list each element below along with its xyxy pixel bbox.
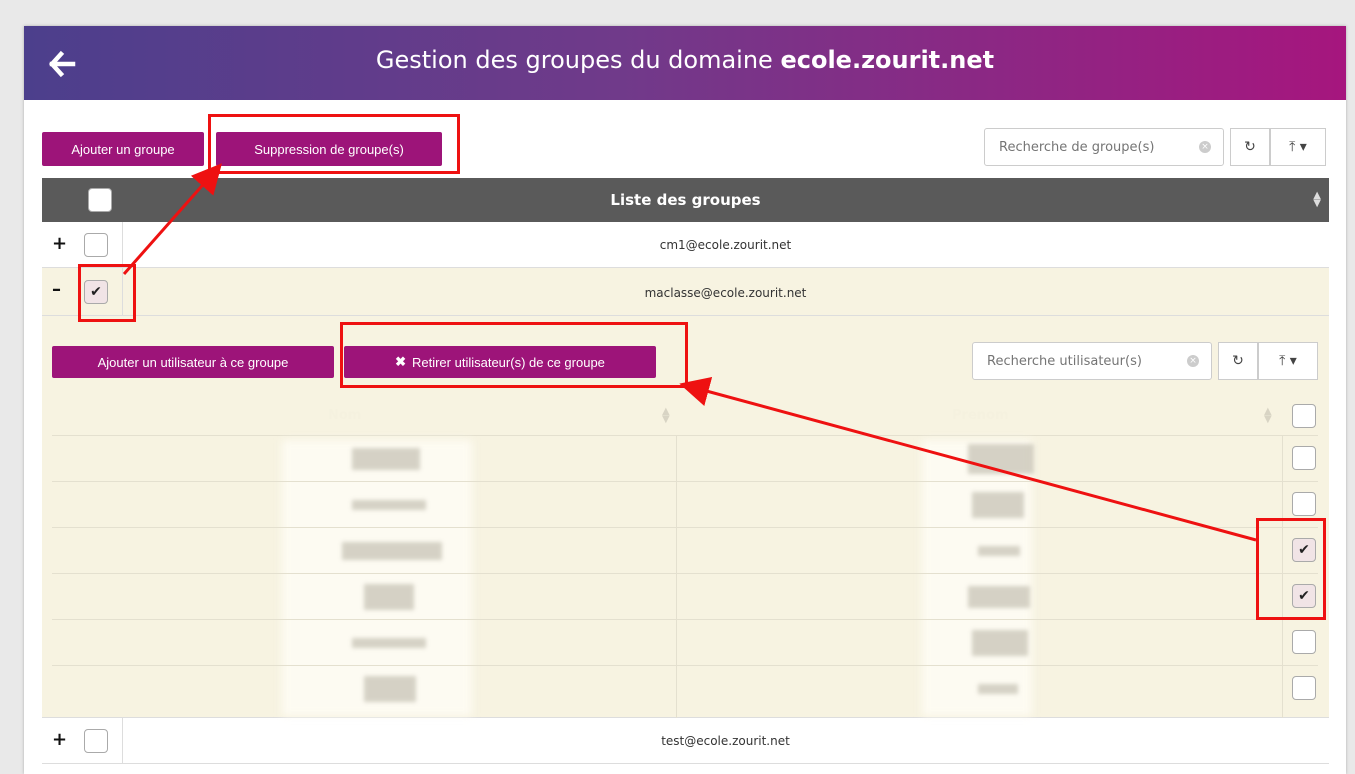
user-row [52, 620, 1318, 666]
user-row: ✔ [52, 574, 1318, 620]
refresh-icon[interactable]: ↻ [1230, 128, 1270, 166]
group-detail-panel: Ajouter un utilisateur à ce groupe ✖ Ret… [42, 316, 1329, 718]
user-first-name [972, 492, 1024, 518]
sort-icon[interactable]: ▲ ▼ [662, 407, 670, 425]
group-email: test@ecole.zourit.net [661, 734, 790, 748]
delete-groups-button[interactable]: Suppression de groupe(s) [216, 132, 442, 166]
refresh-icon[interactable]: ↻ [1218, 342, 1258, 380]
group-row-checkbox[interactable] [84, 729, 108, 753]
column-prenom[interactable]: Prenom [952, 408, 1009, 423]
clear-search-icon[interactable]: × [1199, 141, 1211, 153]
user-first-name [978, 684, 1018, 694]
user-row-checkbox[interactable] [1292, 446, 1316, 470]
user-row [52, 666, 1318, 712]
user-row-checkbox[interactable] [1292, 676, 1316, 700]
user-first-name [968, 586, 1030, 608]
export-icon[interactable]: ⤒ ▾ [1270, 128, 1326, 166]
column-nom[interactable]: Nom [328, 408, 361, 423]
group-email: cm1@ecole.zourit.net [659, 238, 792, 252]
user-row-checkbox[interactable] [1292, 492, 1316, 516]
user-row: ✔ [52, 528, 1318, 574]
user-row-checkbox-checked[interactable]: ✔ [1292, 584, 1316, 608]
user-first-name [972, 630, 1028, 656]
clear-search-icon[interactable]: × [1187, 355, 1199, 367]
groups-table-title: Liste des groupes [610, 191, 761, 209]
user-last-name [342, 542, 442, 560]
user-last-name [352, 638, 426, 648]
remove-users-from-group-button[interactable]: ✖ Retirer utilisateur(s) de ce groupe [344, 346, 656, 378]
user-row-checkbox[interactable] [1292, 630, 1316, 654]
user-first-name [978, 546, 1020, 556]
remove-users-label: Retirer utilisateur(s) de ce groupe [411, 354, 605, 370]
user-row-checkbox-checked[interactable]: ✔ [1292, 538, 1316, 562]
user-last-name [352, 500, 426, 510]
users-table-header: Nom ▲ ▼ Prenom ▲ ▼ [52, 396, 1318, 436]
group-row-cm1: + cm1@ecole.zourit.net [42, 222, 1329, 268]
user-last-name [364, 584, 414, 610]
group-email: maclasse@ecole.zourit.net [644, 286, 807, 300]
user-last-name [352, 448, 420, 470]
export-icon[interactable]: ⤒ ▾ [1258, 342, 1318, 380]
collapse-row-toggle[interactable]: – [52, 279, 61, 300]
expand-row-toggle[interactable]: + [52, 729, 67, 750]
user-last-name [364, 676, 416, 702]
add-user-to-group-button[interactable]: Ajouter un utilisateur à ce groupe [52, 346, 334, 378]
title-domain: ecole.zourit.net [780, 46, 995, 74]
user-first-name [968, 444, 1034, 474]
group-search-field: × [984, 128, 1224, 166]
app-frame: Gestion des groupes du domaine ecole.zou… [24, 26, 1346, 774]
title-prefix: Gestion des groupes du domaine [375, 46, 781, 74]
user-row [52, 482, 1318, 528]
close-icon: ✖ [395, 354, 406, 369]
user-search-input[interactable] [973, 353, 1187, 369]
user-search-field: × [972, 342, 1212, 380]
user-row [52, 436, 1318, 482]
select-all-users-checkbox[interactable] [1292, 404, 1316, 428]
group-row-checkbox-checked[interactable]: ✔ [84, 280, 108, 304]
sort-icon[interactable]: ▲ ▼ [1313, 191, 1321, 209]
group-row-test: + test@ecole.zourit.net [42, 718, 1329, 764]
group-row-maclasse: – ✔ maclasse@ecole.zourit.net [42, 268, 1329, 316]
add-group-button[interactable]: Ajouter un groupe [42, 132, 204, 166]
page-title: Gestion des groupes du domaine ecole.zou… [24, 46, 1346, 74]
group-search-input[interactable] [985, 139, 1199, 155]
sort-icon[interactable]: ▲ ▼ [1264, 407, 1272, 425]
expand-row-toggle[interactable]: + [52, 233, 67, 254]
groups-table-header: Liste des groupes ▲ ▼ [42, 178, 1329, 222]
page-header: Gestion des groupes du domaine ecole.zou… [24, 26, 1346, 100]
group-row-checkbox[interactable] [84, 233, 108, 257]
